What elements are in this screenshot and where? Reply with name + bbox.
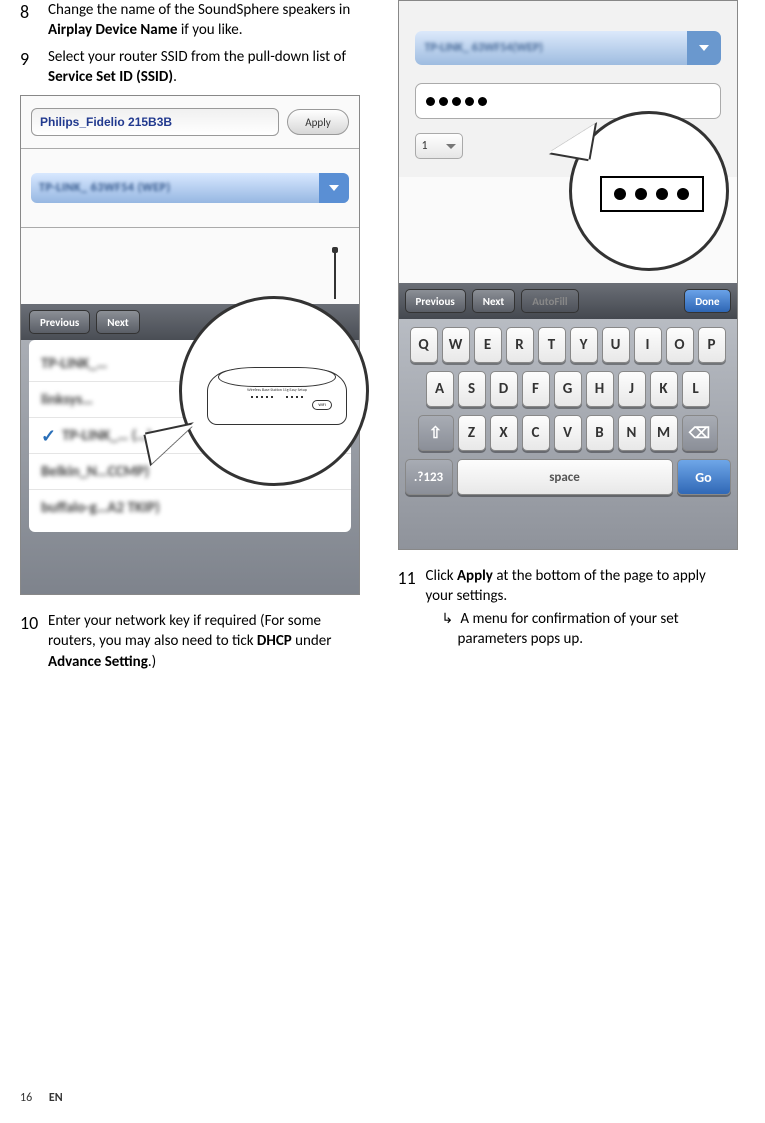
chevron-down-icon [687, 31, 721, 65]
key-index-dropdown[interactable]: 1 [415, 133, 463, 159]
keyboard: QWERTYUIOP ASDFGHJKL ZXCVBNM .?123 space… [399, 319, 737, 549]
key-x[interactable]: X [490, 415, 518, 451]
key-r[interactable]: R [506, 327, 534, 363]
key-u[interactable]: U [602, 327, 630, 363]
autofill-button[interactable]: AutoFill [521, 289, 578, 313]
key-e[interactable]: E [474, 327, 502, 363]
key-g[interactable]: G [554, 371, 582, 407]
key-m[interactable]: M [650, 415, 678, 451]
step-11: 11 Click Apply at the bottom of the page… [398, 566, 736, 649]
key-q[interactable]: Q [410, 327, 438, 363]
key-b[interactable]: B [586, 415, 614, 451]
shift-icon [429, 423, 442, 443]
step-9: 9 Select your router SSID from the pull-… [20, 47, 358, 88]
key-p[interactable]: P [698, 327, 726, 363]
key-i[interactable]: I [634, 327, 662, 363]
step-9-text: Select your router SSID from the pull-do… [48, 47, 358, 88]
key-s[interactable]: S [458, 371, 486, 407]
key-h[interactable]: H [586, 371, 614, 407]
key-v[interactable]: V [554, 415, 582, 451]
key-a[interactable]: A [426, 371, 454, 407]
key-k[interactable]: K [650, 371, 678, 407]
num-toggle-key[interactable]: .?123 [405, 459, 453, 495]
key-c[interactable]: C [522, 415, 550, 451]
antenna-icon [334, 251, 336, 299]
step-num-8: 8 [20, 0, 48, 41]
key-f[interactable]: F [522, 371, 550, 407]
space-key[interactable]: space [457, 459, 673, 495]
step-11-substep: A menu for confirmation of your set para… [426, 609, 736, 650]
prev-button[interactable]: Previous [29, 310, 90, 334]
step-11-text: Click Apply at the bottom of the page to… [426, 566, 736, 649]
apply-button[interactable]: Apply [287, 109, 349, 135]
key-j[interactable]: J [618, 371, 646, 407]
step-num-10: 10 [20, 611, 48, 672]
list-item[interactable]: buffalo-g…A2 TKIP) [29, 490, 351, 526]
key-l[interactable]: L [682, 371, 710, 407]
key-y[interactable]: Y [570, 327, 598, 363]
chevron-down-icon [319, 173, 349, 203]
device-name-field[interactable]: Philips_Fidelio 215B3B [31, 108, 279, 136]
router-icon: Wireless Base Station 11g Easy Setup WiF… [207, 369, 347, 425]
step-num-9: 9 [20, 47, 48, 88]
ssid-dropdown[interactable]: TP-LINK_ 63WF54 (WEP) [31, 173, 349, 203]
key-o[interactable]: O [666, 327, 694, 363]
shift-key[interactable] [418, 415, 454, 451]
step-num-11: 11 [398, 566, 426, 649]
input-toolbar: Previous Next AutoFill Done [399, 283, 737, 319]
key-d[interactable]: D [490, 371, 518, 407]
key-w[interactable]: W [442, 327, 470, 363]
figure-ssid-setup: Philips_Fidelio 215B3B Apply TP-LINK_ 63… [20, 95, 360, 595]
step-10-text: Enter your network key if required (For … [48, 611, 358, 672]
next-button[interactable]: Next [96, 310, 139, 334]
step-8-text: Change the name of the SoundSphere speak… [48, 0, 358, 41]
figure-password-entry: TP-LINK_ 63WF54(WEP) 1 Previous [398, 0, 738, 550]
step-10: 10 Enter your network key if required (F… [20, 611, 358, 672]
step-8: 8 Change the name of the SoundSphere spe… [20, 0, 358, 41]
key-z[interactable]: Z [458, 415, 486, 451]
router-callout: Wireless Base Station 11g Easy Setup WiF… [179, 296, 369, 486]
password-callout [569, 111, 729, 271]
wifi-logo-icon: WiFi [312, 400, 332, 410]
backspace-key[interactable] [682, 415, 718, 451]
done-button[interactable]: Done [684, 289, 730, 313]
key-n[interactable]: N [618, 415, 646, 451]
page-lang: EN [49, 1091, 63, 1105]
next-button[interactable]: Next [472, 289, 515, 313]
prev-button[interactable]: Previous [405, 289, 466, 313]
ssid-dropdown[interactable]: TP-LINK_ 63WF54(WEP) [415, 31, 721, 65]
page-footer: 16 EN [20, 1091, 63, 1105]
check-icon: ✓ [41, 425, 56, 447]
page-number: 16 [20, 1091, 32, 1105]
key-t[interactable]: T [538, 327, 566, 363]
go-key[interactable]: Go [677, 459, 731, 495]
password-dots-box [600, 176, 704, 212]
backspace-icon [689, 424, 710, 443]
password-field[interactable] [415, 83, 721, 119]
